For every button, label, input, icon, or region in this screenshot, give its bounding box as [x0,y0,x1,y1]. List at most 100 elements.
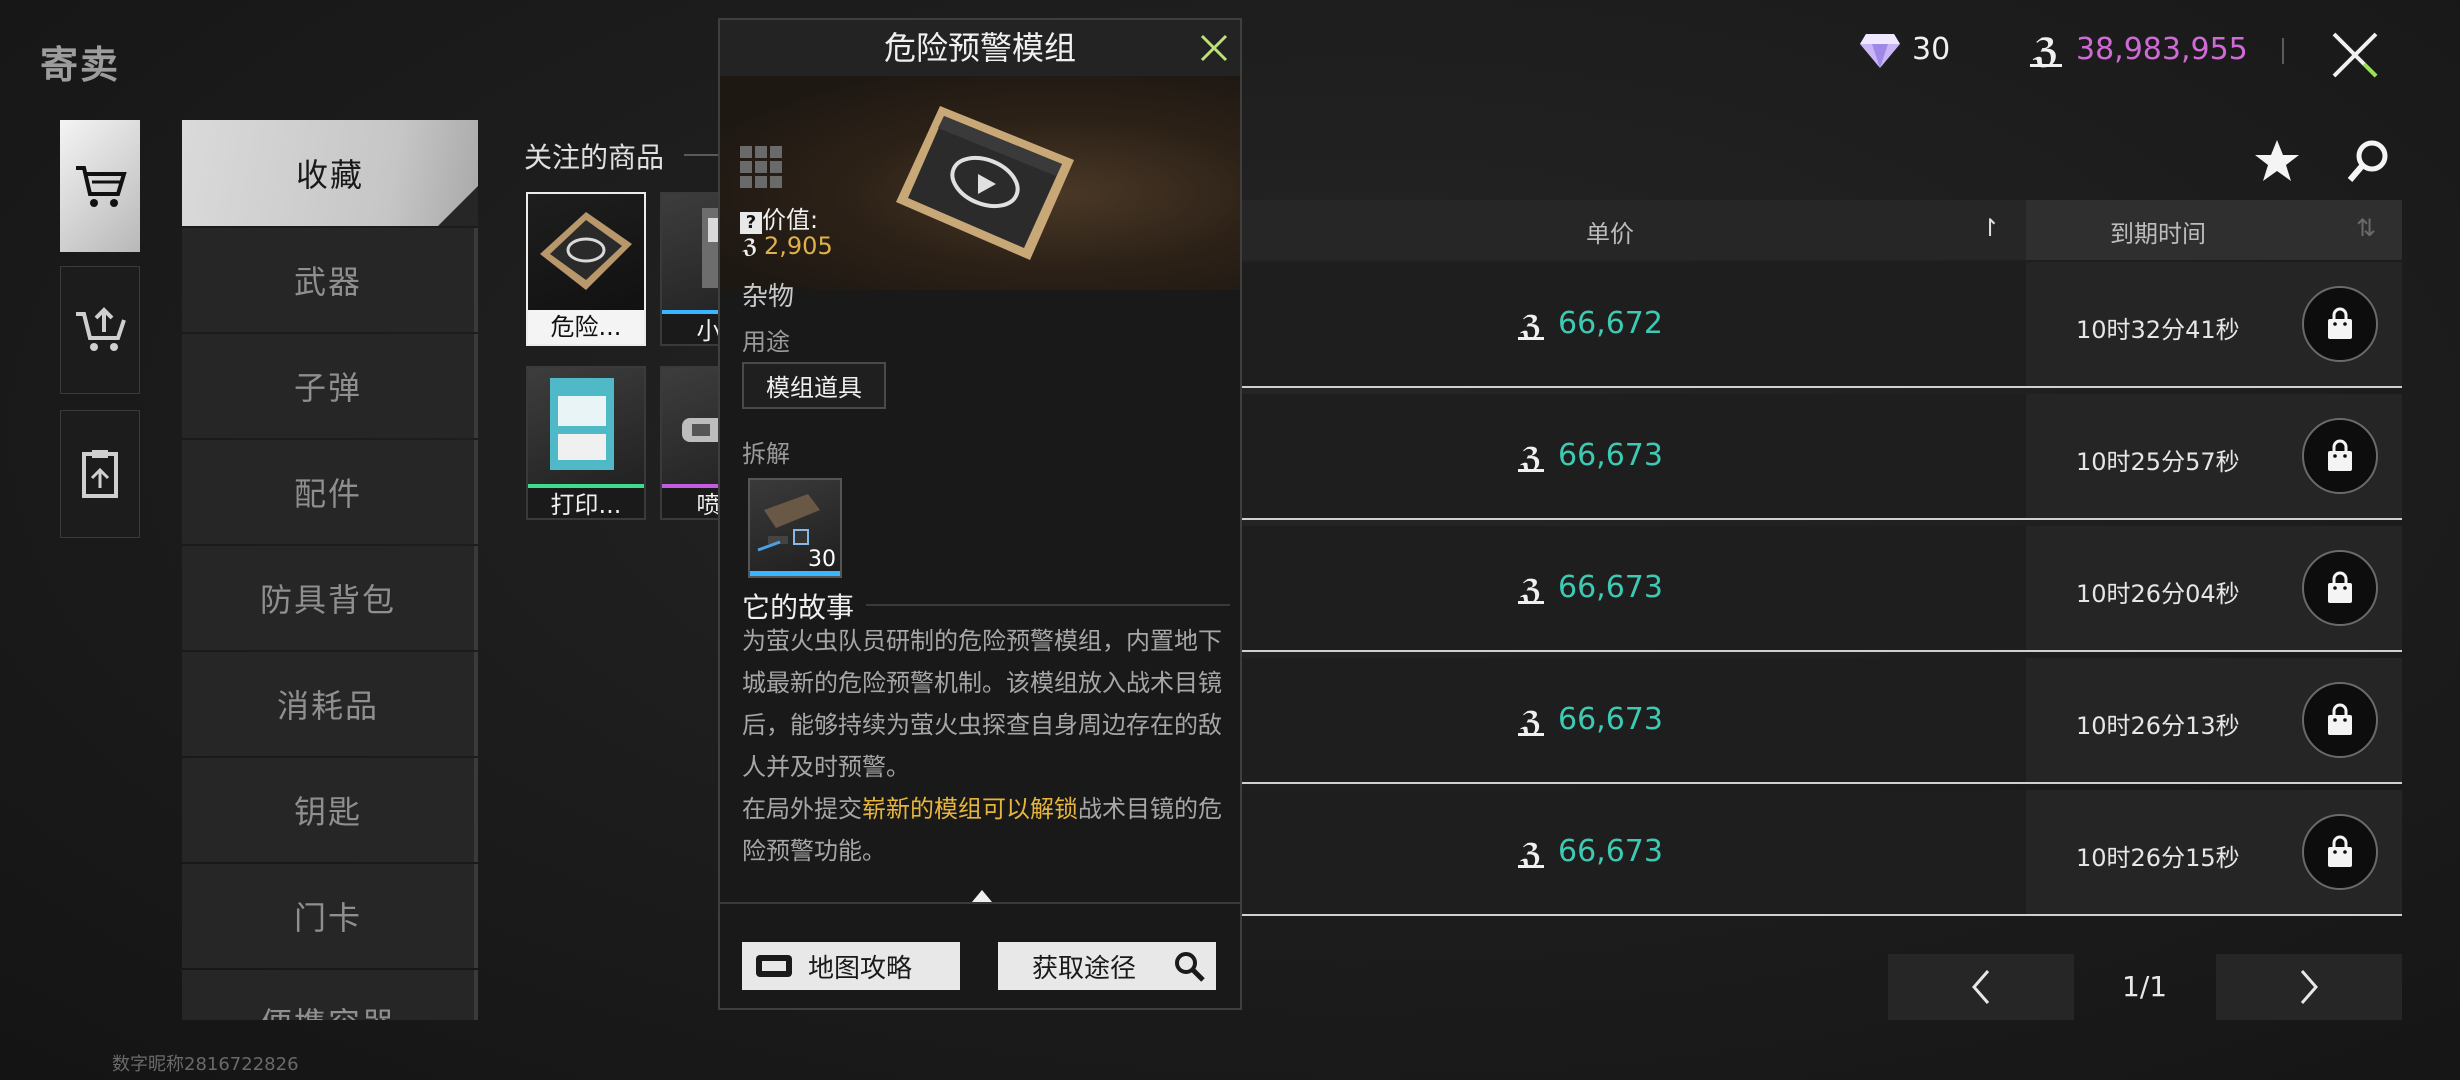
followed-item[interactable]: 打印... [526,366,646,520]
star-icon [2255,140,2299,181]
buy-button[interactable] [2302,682,2378,758]
shopping-bag-icon [2328,703,2352,735]
category-ammo[interactable]: 子弹 [182,334,478,438]
page-title: 寄卖 [40,43,121,87]
prev-page-button[interactable] [1888,954,2074,1020]
search-button[interactable] [2344,136,2394,186]
table-row[interactable]: ℨ 66,673 10时26分13秒 [1236,658,2402,784]
divider [720,902,1240,904]
expire-time: 10时32分41秒 [2076,316,2240,344]
next-page-button[interactable] [2216,954,2402,1020]
map-guide-button[interactable]: 地图攻略 [742,942,960,990]
clipboard-icon [82,450,118,498]
category-keycards[interactable]: 门卡 [182,864,478,968]
story-highlight: 崭新的模组可以解锁 [862,795,1078,823]
expire-time: 10时26分15秒 [2076,844,2240,872]
buy-button[interactable] [2302,814,2378,890]
value-label: ? 价值: [740,200,818,235]
favorite-star-button[interactable] [2252,136,2302,186]
item-image [896,106,1074,260]
usage-tag: 模组道具 [742,362,886,409]
cart-icon [76,166,127,207]
sort-icon[interactable]: ⇅ [2356,214,2376,242]
category-weapons[interactable]: 武器 [182,228,478,332]
tab-sell[interactable] [60,266,140,394]
dismantle-label: 拆解 [742,440,790,468]
currency-icon: ℨ [1518,837,1544,870]
currency-icon: ℨ [1518,705,1544,738]
buy-button[interactable] [2302,418,2378,494]
category-containers[interactable]: 便携容器 [182,970,478,1020]
header-divider [2282,38,2284,64]
page-indicator: 1/1 [2122,970,2168,1003]
sort-icon[interactable]: ↾ [1980,214,2000,242]
divider [866,604,1230,606]
currency-icon: ℨ [2024,28,2068,72]
money-amount: 38,983,955 [2076,32,2248,67]
item-detail-popup: 危险预警模组 ? 价值: ℨ 2,905 杂物 用途 模组道具 拆解 30 它的… [718,18,1242,1010]
currency-icon: ℨ [1518,441,1544,474]
close-button[interactable] [2320,20,2390,90]
category-attachments[interactable]: 配件 [182,440,478,544]
map-guide-label: 地图攻略 [808,953,913,984]
category-armor-backpack[interactable]: 防具背包 [182,546,478,650]
value-amount: 2,905 [764,232,833,260]
currency-icon: ℨ [1518,573,1544,606]
tab-records[interactable] [60,410,140,538]
category-consumables[interactable]: 消耗品 [182,652,478,756]
dismantle-count: 30 [808,547,836,572]
table-row[interactable]: ℨ 66,673 10时25分57秒 [1236,394,2402,520]
cart-upload-icon [76,307,126,351]
expire-time: 10时26分04秒 [2076,580,2240,608]
item-thumbnail [528,194,644,310]
svg-text:ℨ: ℨ [741,234,757,258]
chevron-right-icon [2300,970,2318,1004]
expire-time: 10时26分13秒 [2076,712,2240,740]
story-text: 为萤火虫队员研制的危险预警模组，内置地下城最新的危险预警机制。该模组放入战术目镜… [742,620,1222,872]
buy-button[interactable] [2302,550,2378,626]
category-list: 收藏 武器 子弹 配件 防具背包 消耗品 钥匙 门卡 便携容器 [182,120,478,1020]
expire-time: 10时25分57秒 [2076,448,2240,476]
buy-button[interactable] [2302,286,2378,362]
followed-items-label: 关注的商品 [524,141,665,174]
obtain-source-label: 获取途径 [1032,953,1137,984]
item-thumbnail [528,368,644,484]
unit-price: 66,673 [1558,834,1663,869]
table-row[interactable]: ℨ 66,673 10时26分04秒 [1236,526,2402,652]
popup-close-button[interactable] [1196,30,1232,66]
help-icon[interactable]: ? [740,212,762,234]
usage-label: 用途 [742,328,790,356]
column-header-expire[interactable]: 到期时间 [2110,214,2206,249]
story-paragraph: 为萤火虫队员研制的危险预警模组，内置地下城最新的危险预警机制。该模组放入战术目镜… [742,627,1222,781]
shopping-bag-icon [2328,439,2352,471]
dismantle-result-item[interactable]: 30 [748,478,842,578]
item-name: 危险... [528,310,644,344]
table-row[interactable]: ℨ 66,673 10时26分15秒 [1236,790,2402,916]
shopping-bag-icon [2328,571,2352,603]
category-keys[interactable]: 钥匙 [182,758,478,862]
unit-price: 66,673 [1558,702,1663,737]
obtain-source-button[interactable]: 获取途径 [998,942,1216,990]
followed-item[interactable]: 危险... [526,192,646,346]
column-header-price[interactable]: 单价 [1586,214,1634,249]
shopping-bag-icon [2328,835,2352,867]
currency-icon: ℨ [1518,309,1544,342]
story-prefix: 在局外提交 [742,795,862,823]
unit-price: 66,672 [1558,306,1663,341]
popup-title: 危险预警模组 [720,20,1240,76]
search-icon [1175,952,1205,982]
chevron-left-icon [1972,970,1990,1004]
tab-buy[interactable] [60,120,140,252]
item-name: 打印... [528,488,644,518]
unit-price: 66,673 [1558,438,1663,473]
table-row[interactable]: ℨ 66,672 10时32分41秒 [1236,262,2402,388]
item-category: 杂物 [742,282,795,312]
expire-header-bg [2026,200,2402,260]
diamond-icon [1858,30,1902,70]
map-icon [756,955,792,977]
currency-icon: ℨ [741,234,757,258]
category-favorites[interactable]: 收藏 [182,120,478,226]
diamond-count: 30 [1912,32,1951,67]
unit-price: 66,673 [1558,570,1663,605]
grid-size-icon [740,146,782,188]
